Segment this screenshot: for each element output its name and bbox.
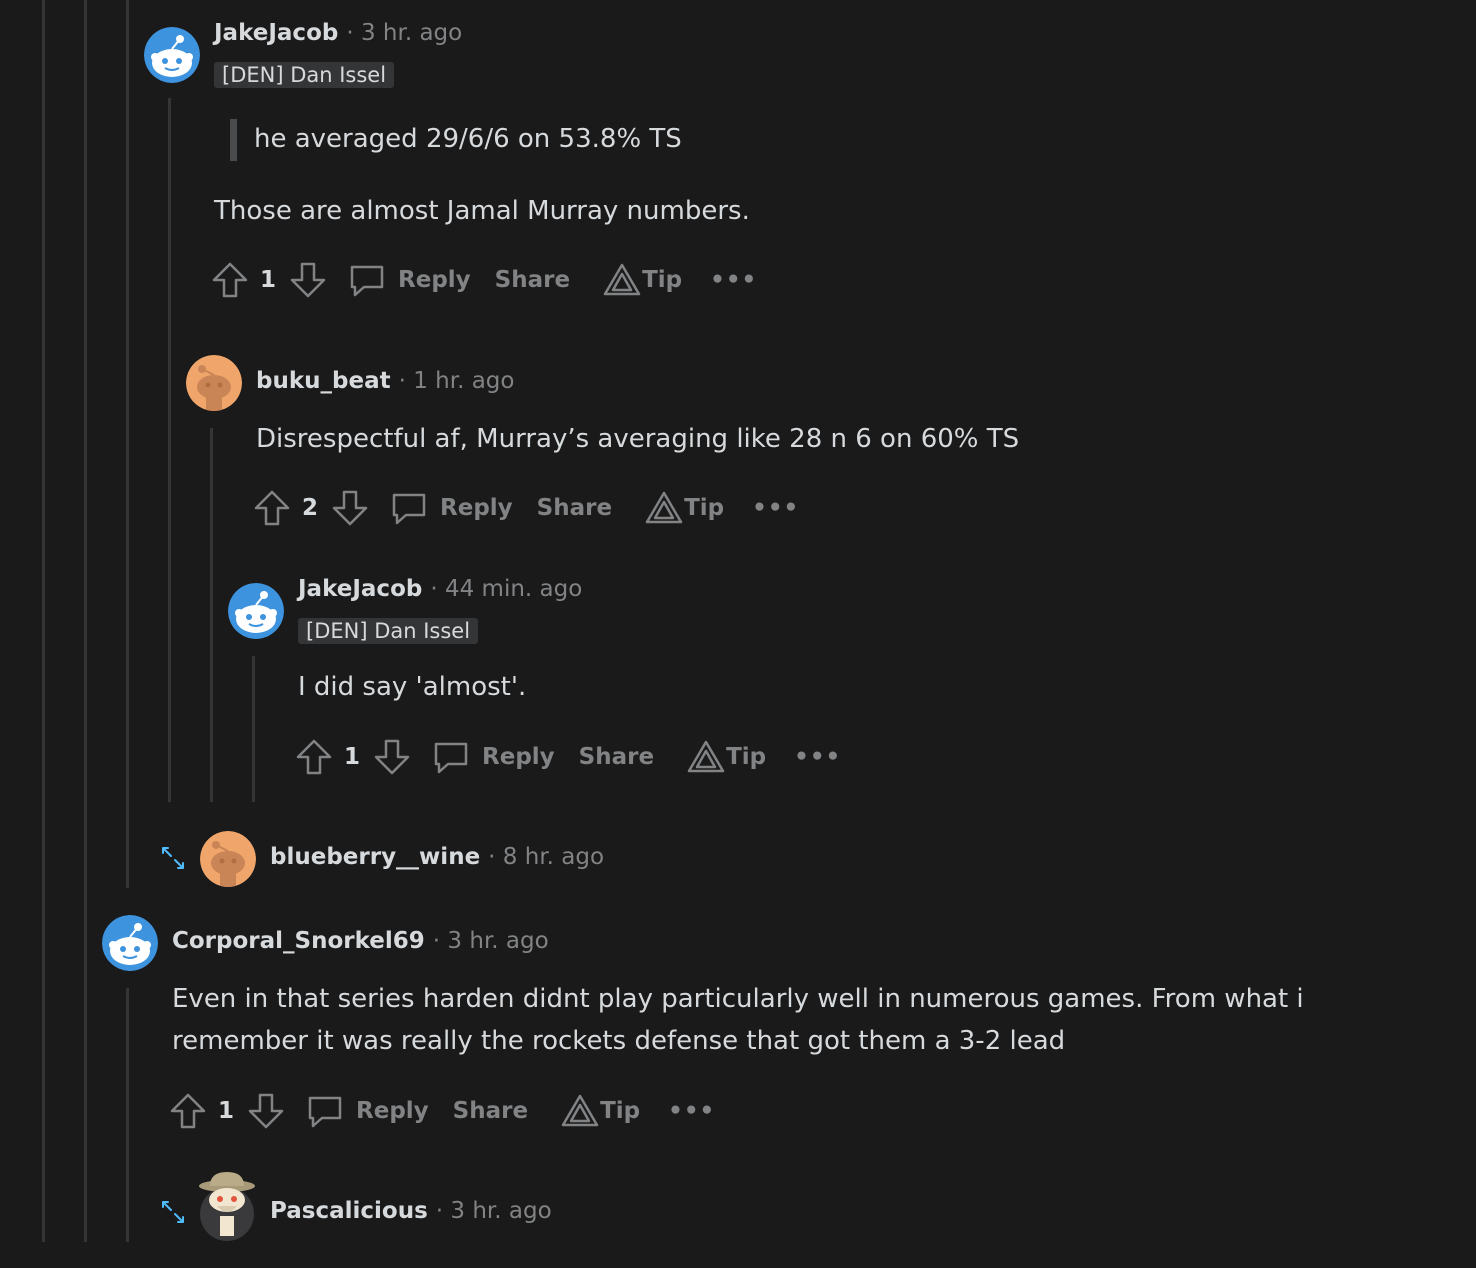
downvote-icon[interactable] (372, 737, 412, 777)
tip-label: Tip (600, 1098, 641, 1124)
tip-button[interactable]: Tip (644, 490, 724, 526)
reply-label: Reply (482, 744, 555, 770)
thread-line[interactable] (126, 988, 129, 1242)
vote-score: 1 (260, 267, 277, 293)
share-button[interactable]: Share (495, 267, 570, 293)
comment-timestamp[interactable]: · 3 hr. ago (433, 928, 549, 954)
thread-line[interactable] (84, 0, 87, 1242)
downvote-icon[interactable] (288, 260, 328, 300)
comment-author[interactable]: JakeJacob (298, 576, 422, 602)
share-button[interactable]: Share (579, 744, 654, 770)
reply-button[interactable]: Reply (304, 1090, 429, 1132)
comment-icon (434, 742, 468, 774)
tip-label: Tip (684, 495, 725, 521)
user-flair: [DEN] Dan Issel (214, 62, 395, 88)
comment-timestamp[interactable]: · 1 hr. ago (399, 368, 515, 394)
comment-body-line: remember it was really the rockets defen… (172, 1026, 1066, 1056)
vote-score: 2 (302, 495, 319, 521)
avatar[interactable] (144, 27, 200, 83)
thread-line[interactable] (126, 0, 129, 888)
tip-button[interactable]: Tip (602, 262, 682, 298)
expand-icon[interactable] (160, 1199, 186, 1225)
comment-author[interactable]: JakeJacob (214, 20, 338, 46)
reply-label: Reply (440, 495, 513, 521)
tip-button[interactable]: Tip (686, 739, 766, 775)
blockquote-bar (230, 119, 237, 161)
reply-button[interactable]: Reply (346, 259, 471, 301)
reply-button[interactable]: Reply (430, 736, 555, 778)
comment-body: I did say 'almost'. (298, 672, 527, 702)
comment-actions: 1 Reply Share Tip ••• (168, 1089, 715, 1133)
comment-author[interactable]: Corporal_Snorkel69 (172, 928, 425, 954)
tip-label: Tip (642, 267, 683, 293)
thread-line[interactable] (168, 98, 171, 802)
tip-icon (687, 740, 725, 773)
upvote-icon[interactable] (294, 737, 334, 777)
snoo-orange-icon (186, 355, 242, 411)
vote-score: 1 (344, 744, 361, 770)
share-button[interactable]: Share (537, 495, 612, 521)
avatar[interactable] (186, 355, 242, 411)
reply-button[interactable]: Reply (388, 487, 513, 529)
tip-button[interactable]: Tip (560, 1093, 640, 1129)
comment-icon (350, 265, 384, 297)
comment-body: Disrespectful af, Murray’s averaging lik… (256, 424, 1020, 454)
downvote-icon[interactable] (330, 488, 370, 528)
comment-timestamp[interactable]: · 8 hr. ago (488, 844, 604, 870)
comment-actions: 1 Reply Share Tip ••• (294, 735, 841, 779)
vote-score: 1 (218, 1098, 235, 1124)
comment-timestamp[interactable]: · 3 hr. ago (346, 20, 462, 46)
thread-line[interactable] (42, 0, 45, 1242)
tip-icon (603, 263, 641, 296)
comment-icon (308, 1096, 342, 1128)
more-options-button[interactable]: ••• (752, 495, 799, 521)
comment-icon (392, 493, 426, 525)
more-options-button[interactable]: ••• (794, 744, 841, 770)
snoo-blue-icon (228, 583, 284, 639)
more-options-button[interactable]: ••• (668, 1098, 715, 1124)
comment-actions: 1 Reply Share Tip ••• (210, 258, 757, 302)
downvote-icon[interactable] (246, 1091, 286, 1131)
comment-timestamp[interactable]: · 44 min. ago (430, 576, 582, 602)
comment-author[interactable]: buku_beat (256, 368, 391, 394)
tip-icon (645, 491, 683, 524)
tip-icon (561, 1094, 599, 1127)
reply-label: Reply (398, 267, 471, 293)
comment-actions: 2 Reply Share Tip ••• (252, 486, 799, 530)
comment-author[interactable]: Pascalicious (270, 1198, 428, 1224)
upvote-icon[interactable] (168, 1091, 208, 1131)
avatar[interactable] (102, 915, 158, 971)
comment-body: Those are almost Jamal Murray numbers. (214, 196, 750, 226)
tip-label: Tip (726, 744, 767, 770)
user-flair: [DEN] Dan Issel (298, 618, 479, 644)
snoo-orange-icon (200, 831, 256, 887)
expand-icon[interactable] (160, 845, 186, 871)
more-options-button[interactable]: ••• (710, 267, 757, 293)
comment-timestamp[interactable]: · 3 hr. ago (436, 1198, 552, 1224)
share-button[interactable]: Share (453, 1098, 528, 1124)
upvote-icon[interactable] (210, 260, 250, 300)
comment-author[interactable]: blueberry__wine (270, 844, 480, 870)
snoo-explorer-icon (199, 1172, 255, 1241)
thread-line[interactable] (252, 656, 255, 802)
avatar[interactable] (200, 831, 256, 887)
reply-label: Reply (356, 1098, 429, 1124)
thread-line[interactable] (210, 428, 213, 802)
avatar[interactable] (194, 1166, 260, 1242)
snoo-blue-icon (102, 915, 158, 971)
comment-quote: he averaged 29/6/6 on 53.8% TS (254, 124, 682, 154)
comment-body-line: Even in that series harden didnt play pa… (172, 984, 1304, 1014)
upvote-icon[interactable] (252, 488, 292, 528)
snoo-blue-icon (144, 27, 200, 83)
avatar[interactable] (228, 583, 284, 639)
